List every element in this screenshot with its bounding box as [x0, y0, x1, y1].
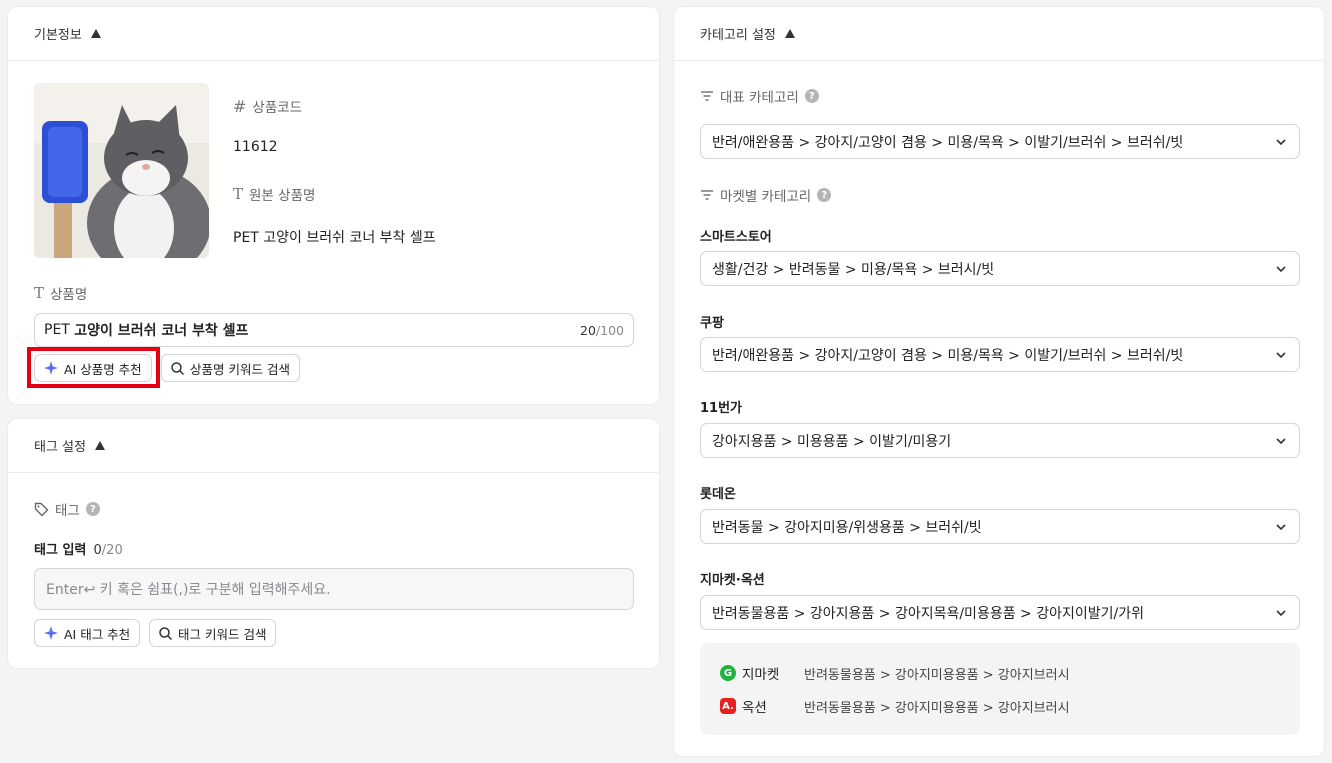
gmarket-auction-sub-panel: G 지마켓 반려동물용품 > 강아지미용용품 > 강아지브러시 A. 옥션 반려… [700, 643, 1300, 735]
chevron-down-icon [1276, 139, 1286, 146]
collapse-triangle-icon [784, 29, 795, 38]
product-name-input[interactable]: PET 고양이 브러쉬 코너 부착 셀프 20/100 [34, 313, 634, 347]
chevron-down-icon [1276, 266, 1286, 273]
basic-info-header[interactable]: 기본정보 [8, 7, 659, 61]
sub-row-auction: A. 옥션 반려동물용품 > 강아지미용용품 > 강아지브러시 [720, 696, 1070, 716]
market-category-select-gmarket-auction[interactable]: 반려동물용품 > 강아지용품 > 강아지목욕/미용용품 > 강아지이발기/가위 [700, 595, 1300, 630]
basic-info-title: 기본정보 [34, 28, 82, 43]
tag-label-row: 태그 ? [34, 499, 100, 519]
tag-count-max: /20 [101, 543, 123, 558]
ai-tag-label: AI 태그 추천 [64, 626, 131, 642]
tag-settings-header[interactable]: 태그 설정 [8, 419, 659, 473]
chevron-down-icon [1276, 610, 1286, 617]
sparkle-icon [44, 626, 58, 640]
tag-label: 태그 [55, 503, 80, 519]
tag-icon [34, 502, 49, 516]
product-name-count-max: /100 [595, 323, 624, 338]
collapse-triangle-icon [90, 29, 101, 38]
sub-row-gmarket: G 지마켓 반려동물용품 > 강아지미용용품 > 강아지브러시 [720, 663, 1070, 683]
sub-market-path: 반려동물용품 > 강아지미용용품 > 강아지브러시 [804, 700, 1070, 716]
product-name-count-current: 20 [580, 323, 596, 338]
main-category-select[interactable]: 반려/애완용품 > 강아지/고양이 겸용 > 미용/목욕 > 이발기/브러쉬 >… [700, 124, 1300, 159]
product-keyword-search-button[interactable]: 상품명 키워드 검색 [161, 354, 300, 382]
product-name-label-row: T 상품명 [34, 283, 87, 303]
market-category-select-coupang[interactable]: 반려/애완용품 > 강아지/고양이 겸용 > 미용/목욕 > 이발기/브러쉬 >… [700, 337, 1300, 372]
tag-input-label-row: 태그 입력 0/20 [34, 539, 123, 558]
ai-tag-button[interactable]: AI 태그 추천 [34, 619, 141, 647]
market-name-coupang: 쿠팡 [700, 316, 724, 331]
main-category-value: 반려/애완용품 > 강아지/고양이 겸용 > 미용/목욕 > 이발기/브러쉬 >… [712, 134, 1184, 151]
market-category-select-smartstore[interactable]: 생활/건강 > 반려동물 > 미용/목욕 > 브러시/빗 [700, 251, 1300, 286]
product-code-label-row: # 상품코드 [233, 96, 303, 117]
product-name-bold: 고양이 브러쉬 코너 부착 셀프 [74, 323, 249, 339]
product-name-label: 상품명 [50, 287, 88, 303]
help-icon[interactable]: ? [817, 188, 832, 202]
help-icon[interactable]: ? [85, 502, 100, 516]
sub-market-name: 지마켓 [742, 667, 780, 683]
market-category-value: 반려동물용품 > 강아지용품 > 강아지목욕/미용용품 > 강아지이발기/가위 [712, 605, 1144, 622]
auction-logo-icon: A. [720, 698, 736, 714]
market-category-value: 반려동물 > 강아지미용/위생용품 > 브러쉬/빗 [712, 519, 982, 536]
main-category-label: 대표 카테고리 [720, 90, 799, 106]
ai-product-name-button[interactable]: AI 상품명 추천 [34, 354, 152, 382]
tag-input-label: 태그 입력 [34, 543, 87, 558]
tag-settings-title: 태그 설정 [34, 440, 86, 455]
sub-market-name: 옥션 [742, 700, 767, 716]
text-t-icon: T [233, 185, 244, 203]
sub-market-path: 반려동물용품 > 강아지미용용품 > 강아지브러시 [804, 667, 1070, 683]
market-category-label-row: 마켓별 카테고리 ? [700, 185, 832, 205]
product-code-label: 상품코드 [252, 100, 303, 116]
basic-info-card: 기본정보 # 상품코드 11612 T 원본 상품명 PET 고양이 브러쉬 코… [7, 6, 660, 405]
product-code-value: 11612 [233, 139, 278, 155]
category-settings-card: 카테고리 설정 대표 카테고리 ? 반려/애완용품 > 강아지/고양이 겸용 >… [673, 6, 1325, 757]
search-icon [159, 626, 172, 640]
filter-icon [701, 91, 713, 101]
chevron-down-icon [1276, 524, 1286, 531]
tag-input[interactable]: Enter↩ 키 혹은 쉼표(,)로 구분해 입력해주세요. [34, 568, 634, 610]
collapse-triangle-icon [94, 441, 105, 450]
chevron-down-icon [1276, 438, 1286, 445]
gmarket-logo-icon: G [720, 665, 736, 681]
main-category-label-row: 대표 카테고리 ? [700, 86, 819, 106]
text-t-icon: T [34, 284, 45, 302]
market-name-11st: 11번가 [700, 401, 743, 416]
tag-settings-card: 태그 설정 태그 ? 태그 입력 0/20 Enter↩ 키 혹은 쉼표(,)로… [7, 418, 660, 669]
original-name-label-row: T 원본 상품명 [233, 184, 315, 204]
sparkle-icon [44, 361, 58, 375]
market-name-gmarket-auction: 지마켓·옥션 [700, 573, 765, 588]
market-category-select-11st[interactable]: 강아지용품 > 미용용품 > 이발기/미용기 [700, 423, 1300, 458]
chevron-down-icon [1276, 352, 1286, 359]
tag-input-placeholder: Enter↩ 키 혹은 쉼표(,)로 구분해 입력해주세요. [46, 582, 331, 598]
filter-icon [701, 190, 713, 200]
product-keyword-search-label: 상품명 키워드 검색 [190, 361, 290, 377]
category-settings-header[interactable]: 카테고리 설정 [674, 7, 1324, 61]
market-category-value: 반려/애완용품 > 강아지/고양이 겸용 > 미용/목욕 > 이발기/브러쉬 >… [712, 347, 1184, 364]
original-name-label: 원본 상품명 [249, 188, 316, 204]
tag-keyword-search-button[interactable]: 태그 키워드 검색 [149, 619, 277, 647]
help-icon[interactable]: ? [804, 89, 819, 103]
ai-product-name-label: AI 상품명 추천 [64, 361, 142, 377]
product-name-prefix: PET [44, 322, 75, 338]
tag-keyword-search-label: 태그 키워드 검색 [178, 626, 267, 642]
market-category-select-lotteon[interactable]: 반려동물 > 강아지미용/위생용품 > 브러쉬/빗 [700, 509, 1300, 544]
search-icon [171, 361, 184, 375]
market-category-label: 마켓별 카테고리 [720, 189, 812, 205]
market-category-value: 생활/건강 > 반려동물 > 미용/목욕 > 브러시/빗 [712, 261, 995, 278]
category-settings-title: 카테고리 설정 [700, 28, 776, 43]
product-name-counter: 20/100 [580, 323, 624, 338]
market-name-lotteon: 롯데온 [700, 487, 736, 502]
market-category-value: 강아지용품 > 미용용품 > 이발기/미용기 [712, 433, 952, 450]
hash-icon: # [233, 96, 247, 116]
product-image [34, 83, 209, 258]
market-name-smartstore: 스마트스토어 [700, 230, 772, 245]
tag-count-current: 0 [93, 543, 102, 558]
original-name-value: PET 고양이 브러쉬 코너 부착 셀프 [233, 230, 436, 246]
